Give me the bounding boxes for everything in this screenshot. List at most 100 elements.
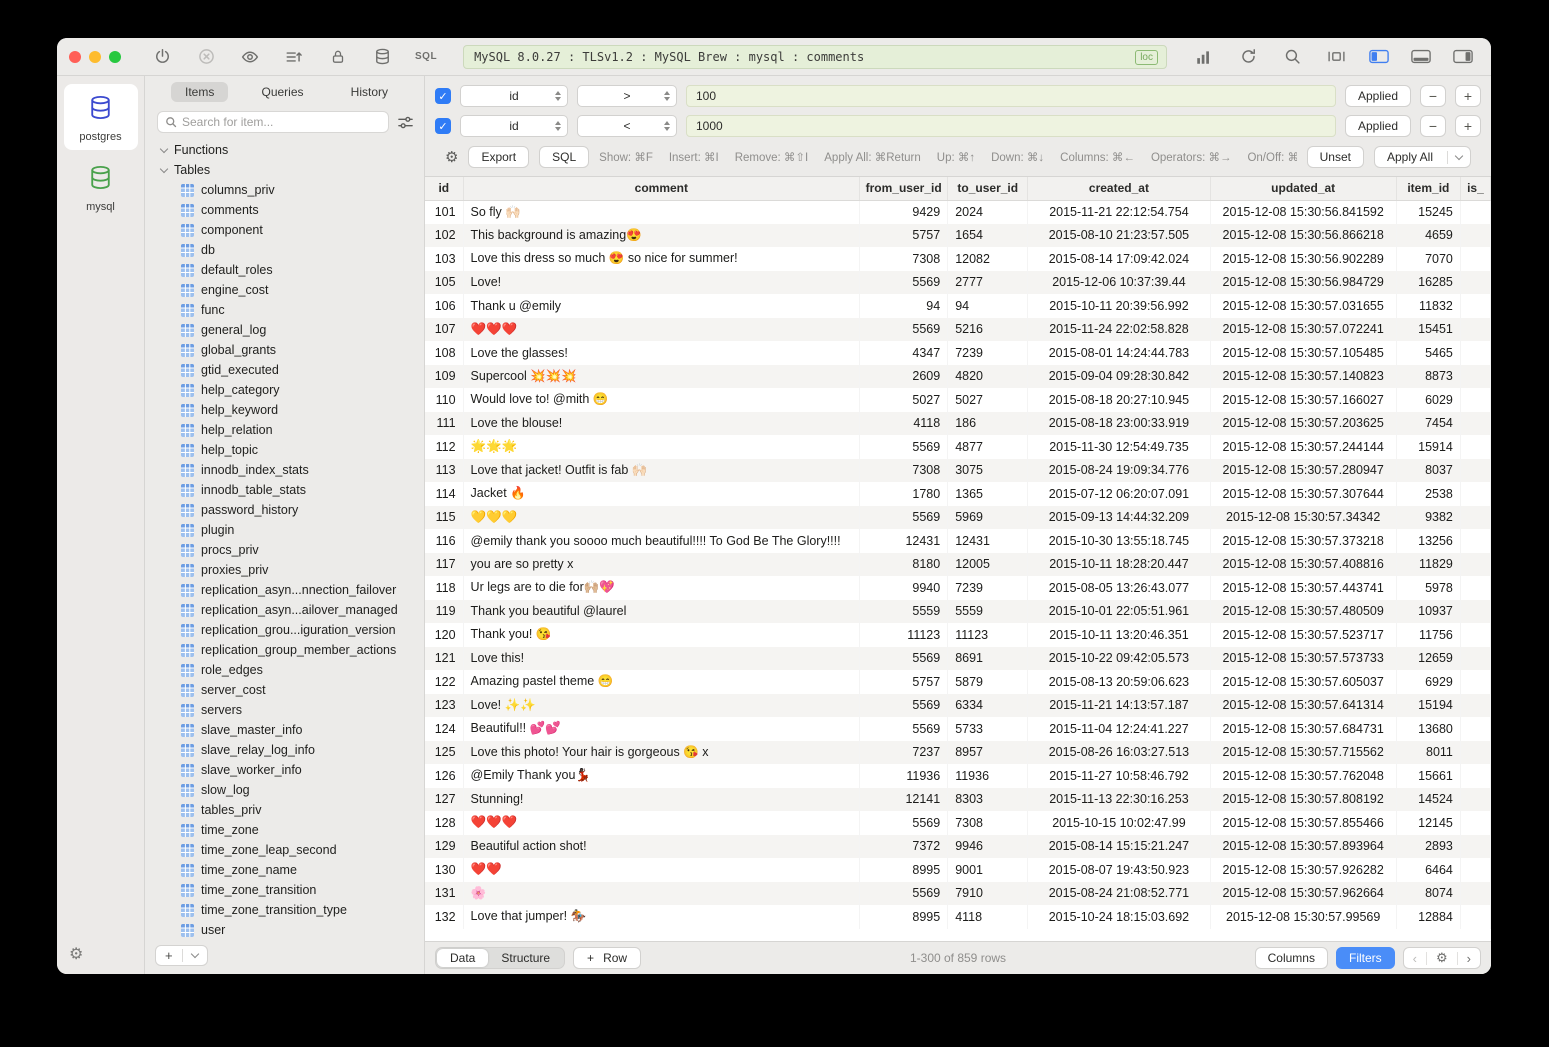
cell-id[interactable]: 107	[425, 318, 463, 342]
table-item-password_history[interactable]: password_history	[145, 500, 424, 520]
filter-operator-select[interactable]: <	[577, 115, 677, 137]
cell-from_user_id[interactable]: 5569	[860, 435, 948, 459]
cell-id[interactable]: 106	[425, 294, 463, 318]
cell-from_user_id[interactable]: 9940	[860, 576, 948, 600]
cell-from_user_id[interactable]: 5569	[860, 717, 948, 741]
cell-item_id[interactable]: 12659	[1396, 647, 1460, 671]
cell-to_user_id[interactable]: 7308	[948, 811, 1028, 835]
cell-created_at[interactable]: 2015-10-30 13:55:18.745	[1028, 529, 1210, 553]
cell-created_at[interactable]: 2015-08-13 20:59:06.623	[1028, 670, 1210, 694]
cell-to_user_id[interactable]: 186	[948, 412, 1028, 436]
cell-id[interactable]: 128	[425, 811, 463, 835]
search-icon[interactable]	[1282, 47, 1302, 67]
cell-updated_at[interactable]: 2015-12-08 15:30:57.443741	[1210, 576, 1396, 600]
cell-to_user_id[interactable]: 1365	[948, 482, 1028, 506]
column-header-to_user_id[interactable]: to_user_id	[948, 177, 1028, 200]
cell-item_id[interactable]: 15245	[1396, 200, 1460, 224]
cell-is_[interactable]	[1460, 882, 1490, 906]
cell-id[interactable]: 111	[425, 412, 463, 436]
filter-value-input[interactable]	[686, 115, 1336, 137]
cell-updated_at[interactable]: 2015-12-08 15:30:57.34342	[1210, 506, 1396, 530]
cell-updated_at[interactable]: 2015-12-08 15:30:57.893964	[1210, 835, 1396, 859]
cell-is_[interactable]	[1460, 459, 1490, 483]
cell-id[interactable]: 108	[425, 341, 463, 365]
cell-created_at[interactable]: 2015-11-13 22:30:16.253	[1028, 788, 1210, 812]
cell-is_[interactable]	[1460, 647, 1490, 671]
cell-is_[interactable]	[1460, 388, 1490, 412]
item-search-field[interactable]	[157, 111, 389, 133]
tab-items[interactable]: Items	[171, 82, 228, 102]
cell-item_id[interactable]: 8037	[1396, 459, 1460, 483]
cell-updated_at[interactable]: 2015-12-08 15:30:57.523717	[1210, 623, 1396, 647]
cell-id[interactable]: 129	[425, 835, 463, 859]
table-item-time_zone_leap_second[interactable]: time_zone_leap_second	[145, 840, 424, 860]
refresh-icon[interactable]	[1238, 47, 1258, 67]
column-header-created_at[interactable]: created_at	[1028, 177, 1210, 200]
apply-all-button[interactable]: Apply All	[1374, 146, 1471, 168]
cell-to_user_id[interactable]: 8303	[948, 788, 1028, 812]
cell-updated_at[interactable]: 2015-12-08 15:30:57.99569	[1210, 905, 1396, 929]
table-item-time_zone_transition[interactable]: time_zone_transition	[145, 880, 424, 900]
cell-comment[interactable]: Love that jacket! Outfit is fab 🙌🏻	[463, 459, 860, 483]
cell-to_user_id[interactable]: 9946	[948, 835, 1028, 859]
table-item-general_log[interactable]: general_log	[145, 320, 424, 340]
cell-created_at[interactable]: 2015-08-14 15:15:21.247	[1028, 835, 1210, 859]
cell-updated_at[interactable]: 2015-12-08 15:30:57.408816	[1210, 553, 1396, 577]
cell-to_user_id[interactable]: 9001	[948, 858, 1028, 882]
cell-comment[interactable]: Amazing pastel theme 😁	[463, 670, 860, 694]
filters-button[interactable]: Filters	[1336, 947, 1395, 969]
table-item-replication_group_member_actions[interactable]: replication_group_member_actions	[145, 640, 424, 660]
cell-from_user_id[interactable]: 11936	[860, 764, 948, 788]
cell-from_user_id[interactable]: 1780	[860, 482, 948, 506]
cell-is_[interactable]	[1460, 506, 1490, 530]
cell-comment[interactable]: ❤️❤️	[463, 858, 860, 882]
cell-from_user_id[interactable]: 8995	[860, 905, 948, 929]
cell-is_[interactable]	[1460, 365, 1490, 389]
cell-comment[interactable]: @Emily Thank you💃🏿	[463, 764, 860, 788]
cell-created_at[interactable]: 2015-08-10 21:23:57.505	[1028, 224, 1210, 248]
remove-filter-button[interactable]: −	[1420, 85, 1446, 107]
cell-updated_at[interactable]: 2015-12-08 15:30:57.855466	[1210, 811, 1396, 835]
cell-id[interactable]: 118	[425, 576, 463, 600]
cell-id[interactable]: 105	[425, 271, 463, 295]
cell-is_[interactable]	[1460, 294, 1490, 318]
cell-updated_at[interactable]: 2015-12-08 15:30:57.573733	[1210, 647, 1396, 671]
cell-from_user_id[interactable]: 7308	[860, 459, 948, 483]
cell-updated_at[interactable]: 2015-12-08 15:30:57.715562	[1210, 741, 1396, 765]
table-item-component[interactable]: component	[145, 220, 424, 240]
sql-editor-icon[interactable]: SQL	[415, 51, 437, 62]
cell-from_user_id[interactable]: 11123	[860, 623, 948, 647]
cell-item_id[interactable]: 7454	[1396, 412, 1460, 436]
cell-is_[interactable]	[1460, 529, 1490, 553]
cell-comment[interactable]: Love this photo! Your hair is gorgeous 😘…	[463, 741, 860, 765]
cell-comment[interactable]: Love the blouse!	[463, 412, 860, 436]
table-item-default_roles[interactable]: default_roles	[145, 260, 424, 280]
cell-is_[interactable]	[1460, 553, 1490, 577]
tab-history[interactable]: History	[337, 82, 402, 102]
filter-column-select[interactable]: id	[460, 115, 568, 137]
cell-item_id[interactable]: 5465	[1396, 341, 1460, 365]
toggle-right-panel-icon[interactable]	[1453, 47, 1473, 67]
cell-updated_at[interactable]: 2015-12-08 15:30:56.902289	[1210, 247, 1396, 271]
cell-from_user_id[interactable]: 4347	[860, 341, 948, 365]
cell-item_id[interactable]: 6929	[1396, 670, 1460, 694]
cell-comment[interactable]: Beautiful action shot!	[463, 835, 860, 859]
close-window-button[interactable]	[69, 51, 81, 63]
cell-item_id[interactable]: 8074	[1396, 882, 1460, 906]
cell-comment[interactable]: ❤️❤️❤️	[463, 811, 860, 835]
cell-created_at[interactable]: 2015-10-11 13:20:46.351	[1028, 623, 1210, 647]
cell-to_user_id[interactable]: 11936	[948, 764, 1028, 788]
cell-created_at[interactable]: 2015-11-24 22:02:58.828	[1028, 318, 1210, 342]
table-item-replication_grou-iguration_version[interactable]: replication_grou...iguration_version	[145, 620, 424, 640]
cell-item_id[interactable]: 7070	[1396, 247, 1460, 271]
filter-settings-gear-icon[interactable]: ⚙	[445, 148, 458, 166]
cell-from_user_id[interactable]: 9429	[860, 200, 948, 224]
column-header-updated_at[interactable]: updated_at	[1210, 177, 1396, 200]
table-item-innodb_table_stats[interactable]: innodb_table_stats	[145, 480, 424, 500]
cell-is_[interactable]	[1460, 670, 1490, 694]
cell-from_user_id[interactable]: 5569	[860, 318, 948, 342]
cell-to_user_id[interactable]: 5733	[948, 717, 1028, 741]
cell-item_id[interactable]: 6464	[1396, 858, 1460, 882]
table-item-db[interactable]: db	[145, 240, 424, 260]
cell-comment[interactable]: Jacket 🔥	[463, 482, 860, 506]
